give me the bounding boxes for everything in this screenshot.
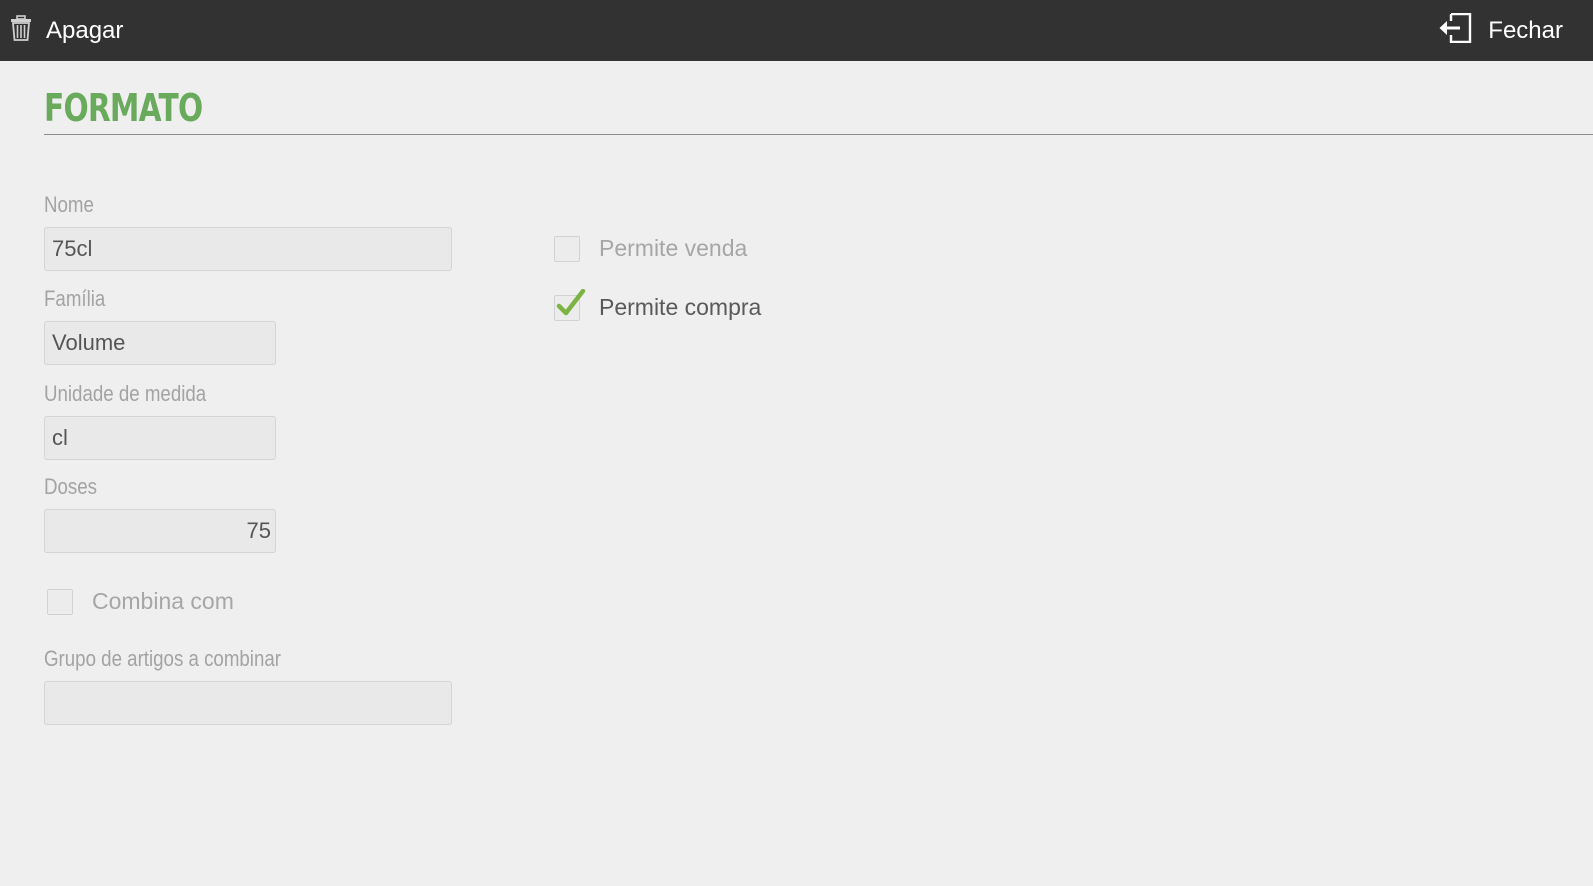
nome-input[interactable]: [44, 227, 452, 271]
permite-venda-checkbox[interactable]: [554, 235, 580, 262]
exit-door-icon: [1438, 12, 1472, 48]
permite-compra-row[interactable]: Permite compra: [554, 288, 762, 321]
permite-compra-label: Permite compra: [599, 294, 762, 320]
combina-checkbox-row[interactable]: Combina com: [47, 588, 234, 615]
combina-label: Combina com: [92, 588, 234, 614]
grupo-label: Grupo de artigos a combinar: [44, 646, 282, 671]
permite-compra-checkbox[interactable]: [554, 288, 586, 321]
delete-button[interactable]: Apagar: [10, 0, 123, 61]
nome-label: Nome: [44, 192, 94, 217]
checkmark-icon: [556, 288, 586, 315]
doses-label: Doses: [44, 474, 98, 499]
grupo-input[interactable]: [44, 681, 452, 725]
delete-label: Apagar: [46, 16, 124, 44]
permite-venda-label: Permite venda: [599, 235, 748, 261]
unidade-input[interactable]: [44, 416, 276, 460]
close-label: Fechar: [1488, 16, 1563, 44]
top-toolbar: Apagar Fechar: [0, 0, 1593, 61]
familia-input[interactable]: [44, 321, 276, 365]
familia-label: Família: [44, 286, 106, 311]
trash-icon: [10, 15, 32, 46]
page-title: FORMATO: [44, 86, 203, 130]
combina-checkbox[interactable]: [47, 588, 73, 615]
title-divider: [44, 134, 1593, 135]
unidade-label: Unidade de medida: [44, 381, 207, 406]
close-button[interactable]: Fechar: [1438, 0, 1563, 61]
permite-venda-row[interactable]: Permite venda: [554, 235, 747, 262]
doses-input[interactable]: [44, 509, 276, 553]
